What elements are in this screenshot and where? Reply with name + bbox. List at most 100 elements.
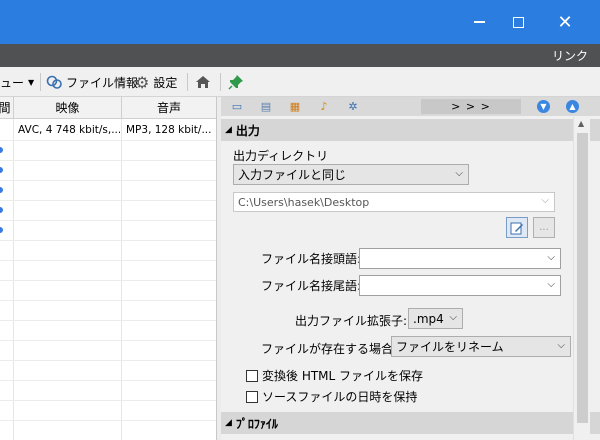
file-exists-label: ファイルが存在する場合: <box>261 342 398 356</box>
extension-value: .mp4 <box>413 311 444 326</box>
save-html-checkbox[interactable]: 変換後 HTML ファイルを保存 <box>246 367 423 384</box>
chevron-down-circle-icon[interactable]: ▼ <box>537 100 550 113</box>
output-dir-label: 出力ディレクトリ <box>233 149 329 163</box>
minimize-icon <box>473 21 485 23</box>
file-info-label: ファイル情報 <box>66 75 139 90</box>
settings-label: 設定 <box>153 75 178 90</box>
extension-select[interactable]: .mp4 ⌵ <box>408 308 463 329</box>
file-info-icon <box>46 75 62 89</box>
document-tab-icon[interactable]: ▤ <box>258 99 274 114</box>
chevron-down-icon: ▼ <box>28 77 35 87</box>
close-button[interactable]: ✕ <box>551 8 579 36</box>
chevron-down-icon: ⌵ <box>455 168 463 179</box>
profile-section-header[interactable]: ◢ ﾌﾟﾛﾌｧｲﾙ <box>221 412 600 434</box>
chevron-down-icon: ⌵ <box>557 340 565 351</box>
row-marker <box>0 227 3 233</box>
menu-bar: リンク <box>0 44 600 67</box>
grid-line <box>0 280 216 281</box>
output-dir-value: 入力ファイルと同じ <box>238 168 347 182</box>
scrollbar-thumb[interactable] <box>577 133 588 423</box>
file-exists-select[interactable]: ファイルをリネーム ⌵ <box>391 336 571 357</box>
output-section-header[interactable]: ◢ 出力 <box>221 119 600 141</box>
checkbox-box <box>246 390 258 403</box>
file-info-button[interactable]: ファイル情報 <box>46 73 138 91</box>
row-marker <box>0 167 3 173</box>
settings-button[interactable]: ⚙ 設定 <box>135 72 178 92</box>
chevron-down-icon: ⌵ <box>541 195 549 206</box>
view-menu-label: ビュー <box>0 75 25 90</box>
keep-date-checkbox[interactable]: ソースファイルの日時を保持 <box>246 388 417 405</box>
extension-label: 出力ファイル拡張子: <box>295 314 408 328</box>
music-tab-icon[interactable]: ♪ <box>316 99 332 114</box>
prefix-label: ファイル名接頭語: <box>261 252 362 266</box>
tab-scroll-right-button[interactable]: > > > <box>421 99 521 114</box>
video-cell[interactable]: AVC, 4 748 kbit/s,... <box>18 120 120 140</box>
chevron-down-icon: ⌵ <box>449 312 457 323</box>
gear-icon: ⚙ <box>135 72 150 92</box>
profile-section-title: ﾌﾟﾛﾌｧｲﾙ <box>235 416 278 431</box>
keep-date-label: ソースファイルの日時を保持 <box>262 390 418 404</box>
suffix-label: ファイル名接尾語: <box>261 279 362 293</box>
toolbar-divider <box>187 73 188 91</box>
row-marker <box>0 187 3 193</box>
settings-panel: ▭ ▤ ▦ ♪ ✲ > > > ▼ ▲ ◢ 出力 出力ディレクトリ 入力ファイル… <box>221 97 600 440</box>
grid-line <box>0 360 216 361</box>
home-button[interactable] <box>195 73 211 91</box>
chevron-down-icon: ⌵ <box>547 279 555 290</box>
output-section-title: 出力 <box>235 123 260 138</box>
grid-line <box>0 180 216 181</box>
output-path-value: C:\Users\hasek\Desktop <box>238 195 370 209</box>
chevron-down-icon: ⌵ <box>547 252 555 263</box>
column-header-duration[interactable]: 間 <box>0 97 14 119</box>
panel-tab-bar: ▭ ▤ ▦ ♪ ✲ > > > ▼ ▲ <box>221 97 600 116</box>
pin-button[interactable] <box>228 73 244 91</box>
toolbar-divider <box>220 73 221 91</box>
scroll-up-icon[interactable]: ▲ <box>578 119 584 128</box>
column-header-audio[interactable]: 音声 <box>122 97 216 119</box>
grid-line <box>0 140 216 141</box>
prefix-combo[interactable]: ⌵ <box>359 248 561 269</box>
grid-line <box>0 240 216 241</box>
title-bar: ✕ <box>0 0 600 44</box>
grid-line <box>0 340 216 341</box>
grid-line <box>0 260 216 261</box>
grid-line <box>0 160 216 161</box>
close-icon: ✕ <box>557 11 573 33</box>
collapse-icon: ◢ <box>225 125 232 135</box>
maximize-button[interactable] <box>504 8 532 36</box>
minimize-button[interactable] <box>465 8 493 36</box>
toolbar-divider <box>40 73 41 91</box>
output-dir-select[interactable]: 入力ファイルと同じ ⌵ <box>233 164 469 185</box>
film-tab-icon[interactable]: ▦ <box>287 99 303 114</box>
audio-cell[interactable]: MP3, 128 kbit/... <box>126 120 216 140</box>
panel-scrollbar[interactable]: ▲ <box>573 117 590 440</box>
column-header-video[interactable]: 映像 <box>14 97 122 119</box>
maximize-icon <box>512 16 524 28</box>
row-marker <box>0 207 3 213</box>
folder-tab-icon[interactable]: ▭ <box>229 99 245 114</box>
grid-line <box>0 380 216 381</box>
toolbar: ビュー ▼ ファイル情報 ⚙ 設定 <box>0 67 600 97</box>
browse-button[interactable]: ... <box>533 217 555 238</box>
grid-line <box>0 300 216 301</box>
suffix-combo[interactable]: ⌵ <box>359 275 561 296</box>
pin-icon <box>228 75 243 90</box>
home-icon <box>196 76 210 88</box>
grid-line <box>0 200 216 201</box>
collapse-icon: ◢ <box>225 418 232 428</box>
grid-line <box>0 420 216 421</box>
link-menu[interactable]: リンク <box>552 47 588 64</box>
gear-tab-icon[interactable]: ✲ <box>345 99 361 114</box>
output-path-field[interactable]: C:\Users\hasek\Desktop ⌵ <box>233 192 555 212</box>
edit-icon <box>510 222 523 234</box>
chevron-up-circle-icon[interactable]: ▲ <box>566 100 579 113</box>
row-marker <box>0 147 3 153</box>
save-html-label: 変換後 HTML ファイルを保存 <box>262 369 424 383</box>
grid-line <box>0 220 216 221</box>
file-exists-value: ファイルをリネーム <box>396 340 504 354</box>
file-list: 間 映像 音声 AVC, 4 748 kbit/s,... MP3, 128 k… <box>0 97 217 440</box>
edit-path-button[interactable] <box>506 217 528 238</box>
checkbox-box <box>246 369 258 382</box>
grid-line <box>0 320 216 321</box>
view-menu-button[interactable]: ビュー ▼ <box>0 73 34 91</box>
